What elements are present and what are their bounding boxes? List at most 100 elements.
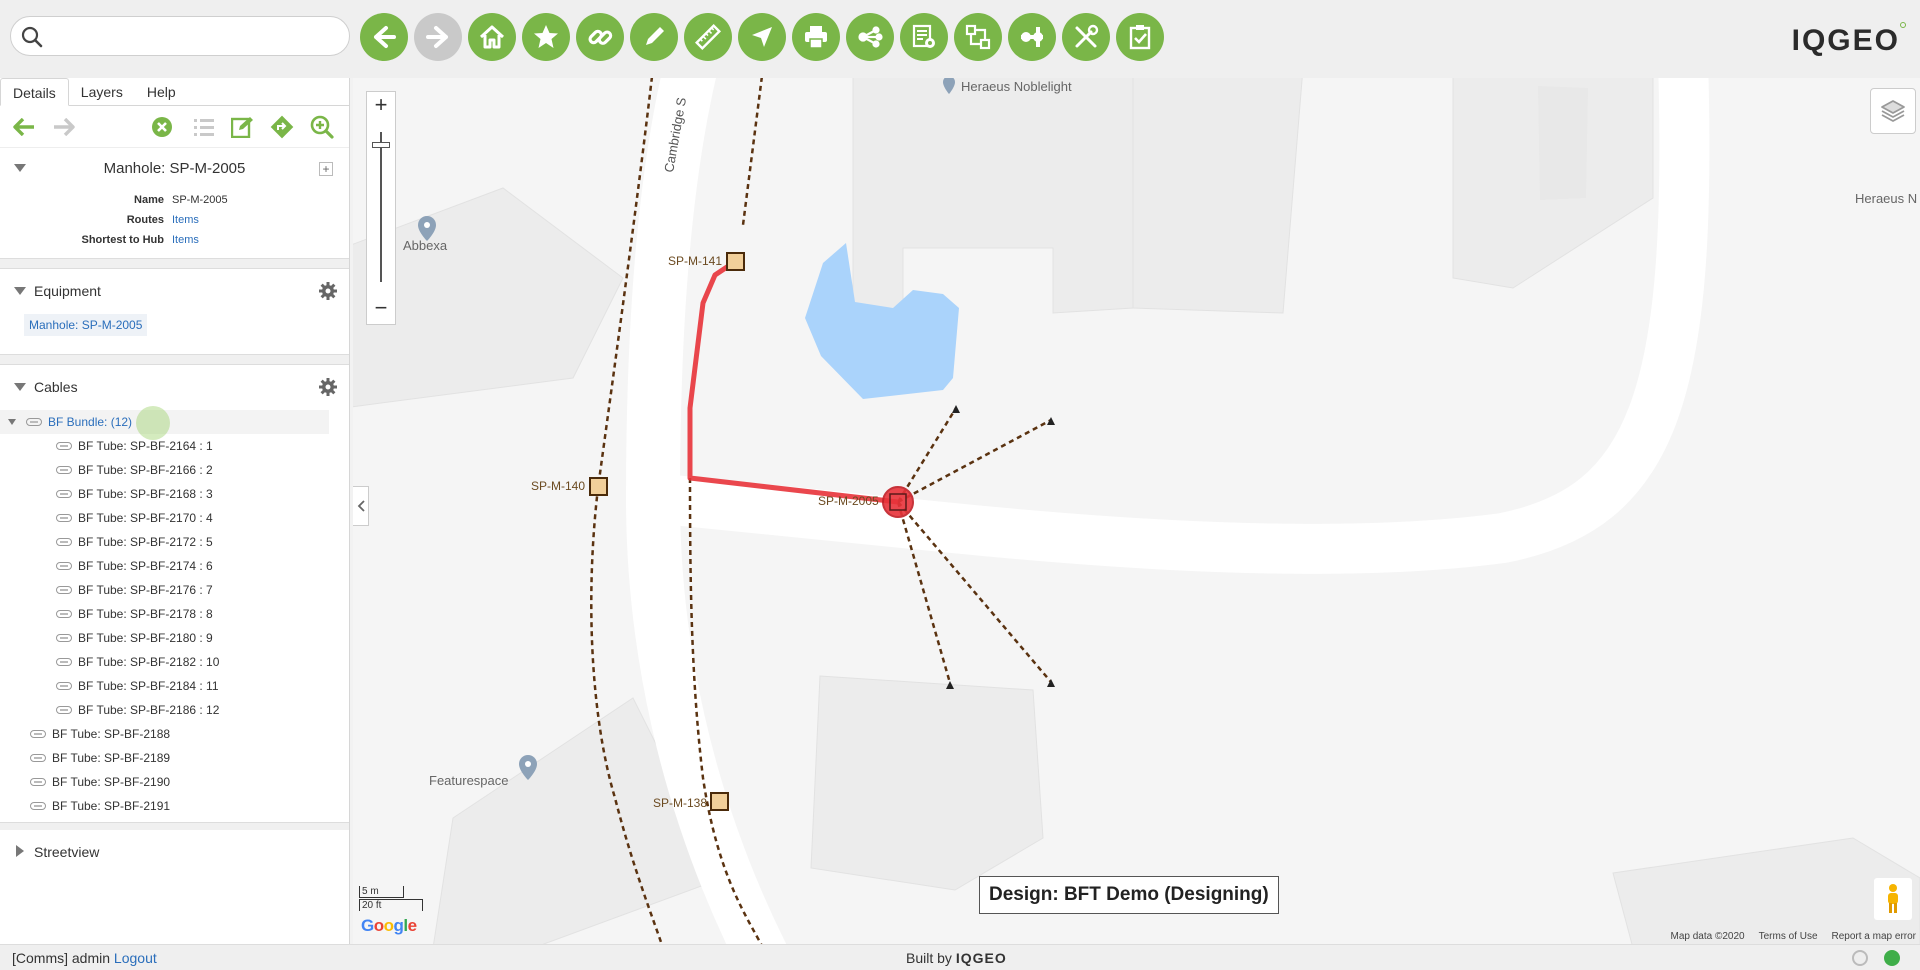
tube-row[interactable]: BF Tube: SP-BF-2184 : 11 bbox=[0, 674, 349, 698]
directions-button[interactable] bbox=[270, 115, 294, 139]
tube-label: BF Tube: SP-BF-2190 bbox=[52, 775, 171, 789]
bundle-row[interactable]: BF Bundle: (12) bbox=[0, 406, 329, 440]
prop-key: Shortest to Hub bbox=[81, 234, 165, 246]
tube-row[interactable]: BF Tube: SP-BF-2190 bbox=[0, 770, 349, 794]
expand-icon[interactable] bbox=[16, 845, 24, 857]
gear-icon[interactable] bbox=[319, 282, 337, 300]
notification-icon[interactable] bbox=[1852, 950, 1868, 966]
expand-icon[interactable] bbox=[8, 419, 16, 425]
search-input[interactable] bbox=[53, 24, 333, 48]
tab-help[interactable]: Help bbox=[135, 78, 188, 105]
arrow-right-icon bbox=[54, 118, 75, 136]
tube-row[interactable]: BF Tube: SP-BF-2176 : 7 bbox=[0, 578, 349, 602]
measure-button[interactable] bbox=[684, 13, 732, 61]
section-title: Cables bbox=[34, 379, 78, 395]
tube-icon bbox=[56, 610, 72, 618]
forward-button[interactable] bbox=[414, 13, 462, 61]
cables-header[interactable]: Cables bbox=[0, 364, 349, 408]
status-bar: [Comms] admin Logout Built by IQGEO bbox=[0, 944, 1920, 970]
map-canvas[interactable]: SP-M-141 SP-M-140 SP-M-2005 SP-M-138 Cam… bbox=[353, 78, 1920, 944]
collapse-icon[interactable] bbox=[14, 287, 26, 295]
shortest-to-hub-link[interactable]: Items bbox=[172, 234, 199, 246]
equipment-header[interactable]: Equipment bbox=[0, 268, 349, 312]
manhole-label: SP-M-141 bbox=[668, 254, 722, 268]
layers-button[interactable] bbox=[1870, 88, 1916, 134]
connect-button[interactable] bbox=[1008, 13, 1056, 61]
print-button[interactable] bbox=[792, 13, 840, 61]
tube-row[interactable]: BF Tube: SP-BF-2168 : 3 bbox=[0, 482, 349, 506]
terms-link[interactable]: Terms of Use bbox=[1759, 931, 1818, 942]
feature-title: Manhole: SP-M-2005 bbox=[103, 160, 246, 177]
zoom-to-button[interactable] bbox=[310, 115, 334, 139]
checklist-button[interactable] bbox=[1116, 13, 1164, 61]
clear-button[interactable] bbox=[150, 115, 174, 139]
tube-row[interactable]: BF Tube: SP-BF-2189 bbox=[0, 746, 349, 770]
tube-row[interactable]: BF Tube: SP-BF-2166 : 2 bbox=[0, 458, 349, 482]
tools-button[interactable] bbox=[1062, 13, 1110, 61]
poi-heraeus-noblelight[interactable]: Heraeus Noblelight bbox=[943, 78, 1072, 94]
zoom-slider-handle[interactable] bbox=[372, 142, 390, 148]
tube-label: BF Tube: SP-BF-2170 : 4 bbox=[78, 511, 213, 525]
tube-icon bbox=[30, 754, 46, 762]
tube-row[interactable]: BF Tube: SP-BF-2172 : 5 bbox=[0, 530, 349, 554]
tube-row[interactable]: BF Tube: SP-BF-2186 : 12 bbox=[0, 698, 349, 722]
tube-row[interactable]: BF Tube: SP-BF-2178 : 8 bbox=[0, 602, 349, 626]
edit-icon bbox=[231, 117, 253, 138]
list-view-button[interactable] bbox=[192, 115, 216, 139]
section-title: Streetview bbox=[34, 844, 100, 860]
streetview-header[interactable]: Streetview bbox=[0, 830, 349, 874]
routes-link[interactable]: Items bbox=[172, 214, 199, 226]
tube-row[interactable]: BF Tube: SP-BF-2164 : 1 bbox=[0, 434, 349, 458]
tube-label: BF Tube: SP-BF-2168 : 3 bbox=[78, 487, 213, 501]
prop-key: Name bbox=[134, 194, 164, 206]
navigate-button[interactable] bbox=[738, 13, 786, 61]
collapse-panel-button[interactable] bbox=[353, 486, 369, 526]
zoom-slider-rail[interactable] bbox=[380, 132, 382, 282]
zoom-out-button[interactable]: − bbox=[367, 295, 395, 323]
manhole-sp-m-138[interactable] bbox=[710, 792, 729, 811]
list-settings-button[interactable] bbox=[900, 13, 948, 61]
link-button[interactable] bbox=[576, 13, 624, 61]
map-view[interactable]: SP-M-141 SP-M-140 SP-M-2005 SP-M-138 Cam… bbox=[353, 78, 1920, 944]
add-icon[interactable]: + bbox=[319, 162, 333, 176]
manhole-sp-m-140[interactable] bbox=[589, 477, 608, 496]
feature-properties: Name SP-M-2005 Routes Items Shortest to … bbox=[0, 188, 349, 258]
report-error-link[interactable]: Report a map error bbox=[1832, 931, 1916, 942]
tube-icon bbox=[56, 706, 72, 714]
equipment-item[interactable]: Manhole: SP-M-2005 bbox=[24, 314, 148, 336]
prop-key: Routes bbox=[126, 214, 164, 226]
collapse-icon[interactable] bbox=[14, 383, 26, 391]
tab-details[interactable]: Details bbox=[0, 78, 69, 106]
next-button[interactable] bbox=[52, 115, 76, 139]
zoom-in-button[interactable]: + bbox=[367, 92, 395, 120]
tube-row[interactable]: BF Tube: SP-BF-2182 : 10 bbox=[0, 650, 349, 674]
edit-button[interactable] bbox=[630, 13, 678, 61]
tube-label: BF Tube: SP-BF-2191 bbox=[52, 799, 171, 813]
home-button[interactable] bbox=[468, 13, 516, 61]
back-button[interactable] bbox=[360, 13, 408, 61]
tube-row[interactable]: BF Tube: SP-BF-2180 : 9 bbox=[0, 626, 349, 650]
search-box[interactable] bbox=[10, 16, 350, 56]
tube-row[interactable]: BF Tube: SP-BF-2174 : 6 bbox=[0, 554, 349, 578]
loose-tube-list: BF Tube: SP-BF-2188 BF Tube: SP-BF-2189 BF… bbox=[0, 722, 349, 818]
tube-row[interactable]: BF Tube: SP-BF-2191 bbox=[0, 794, 349, 818]
building bbox=[852, 78, 1134, 329]
edit-feature-button[interactable] bbox=[230, 115, 254, 139]
tab-layers[interactable]: Layers bbox=[69, 78, 135, 105]
manhole-sp-m-141[interactable] bbox=[726, 252, 745, 271]
tube-label: BF Tube: SP-BF-2180 : 9 bbox=[78, 631, 213, 645]
selected-manhole-highlight[interactable] bbox=[882, 486, 914, 518]
logout-link[interactable]: Logout bbox=[114, 950, 157, 966]
previous-button[interactable] bbox=[12, 115, 36, 139]
share-button[interactable] bbox=[846, 13, 894, 61]
bundle-label[interactable]: BF Bundle: (12) bbox=[48, 415, 132, 429]
network-trace-button[interactable] bbox=[954, 13, 1002, 61]
tube-label: BF Tube: SP-BF-2176 : 7 bbox=[78, 583, 213, 597]
tube-row[interactable]: BF Tube: SP-BF-2188 bbox=[0, 722, 349, 746]
tube-icon bbox=[56, 538, 72, 546]
gear-icon[interactable] bbox=[319, 378, 337, 396]
bookmark-button[interactable] bbox=[522, 13, 570, 61]
street-view-pegman[interactable] bbox=[1874, 878, 1912, 920]
tube-row[interactable]: BF Tube: SP-BF-2170 : 4 bbox=[0, 506, 349, 530]
building bbox=[1132, 78, 1303, 314]
